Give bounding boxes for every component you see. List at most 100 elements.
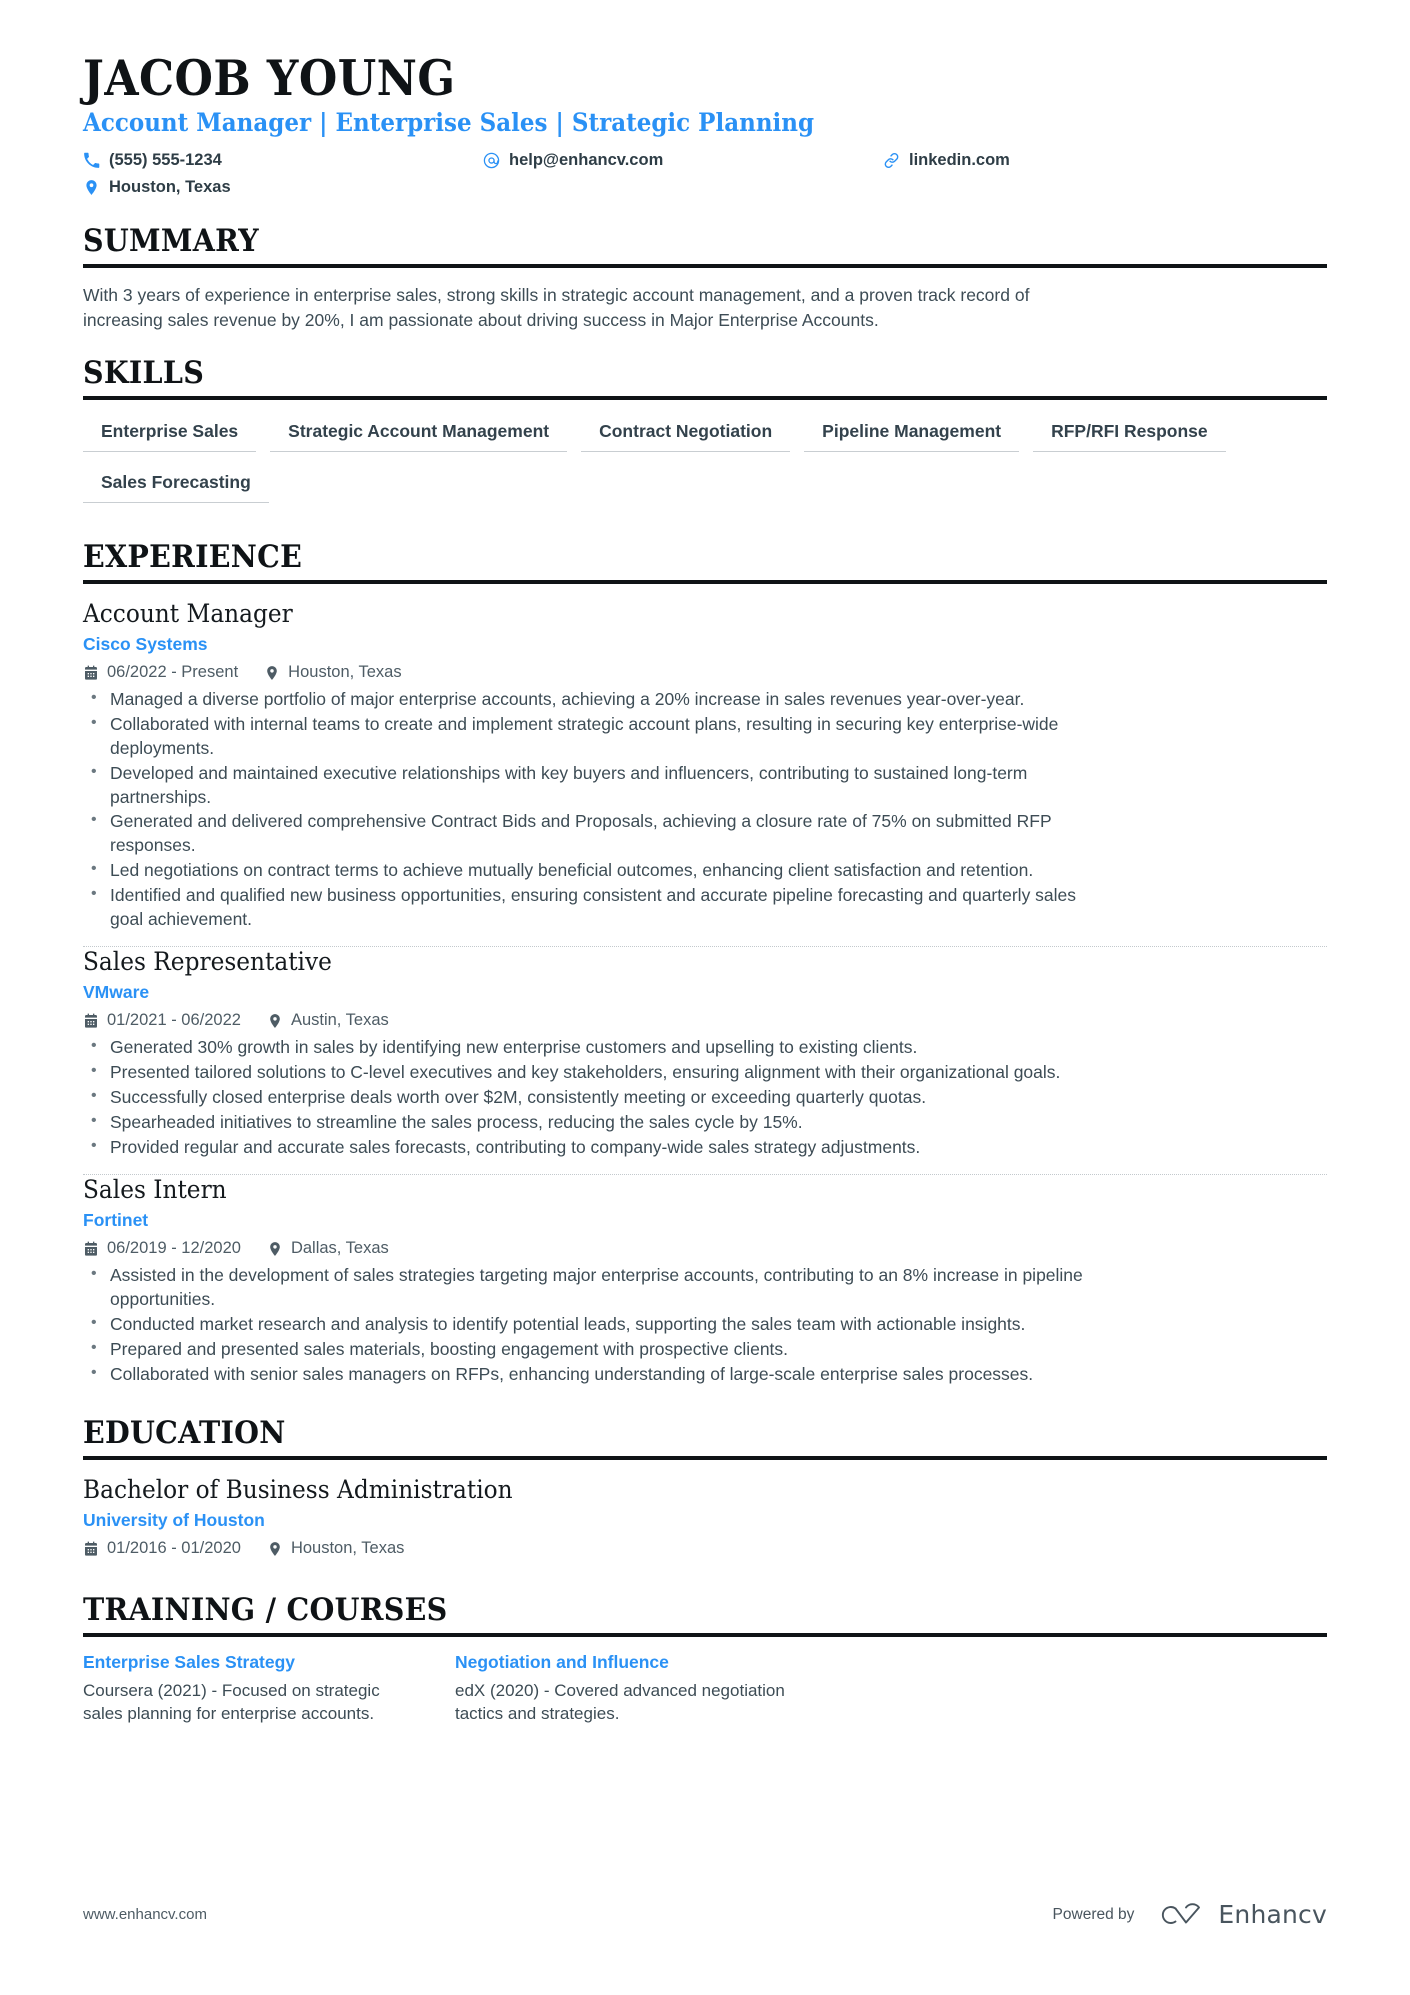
section-divider [83, 263, 1327, 268]
bullet-item: Provided regular and accurate sales fore… [83, 1135, 1110, 1160]
section-title-training: TRAINING / COURSES [83, 1592, 448, 1629]
job-title: Sales Representative [83, 947, 332, 977]
powered-by-label: Powered by [1052, 1905, 1135, 1923]
company-name: Fortinet [83, 1210, 149, 1231]
section-education: EDUCATION Bachelor of Business Administr… [83, 1415, 1327, 1570]
experience-entry: Sales Representative VMware 01/2021 - 06… [83, 947, 1327, 1166]
calendar-icon [83, 1013, 99, 1029]
bullet-item: Collaborated with senior sales managers … [83, 1362, 1110, 1387]
course-item: Enterprise Sales Strategy Coursera (2021… [83, 1652, 423, 1726]
job-dates-text: 06/2019 - 12/2020 [107, 1239, 241, 1258]
contact-email[interactable]: help@enhancv.com [483, 147, 883, 174]
calendar-icon [83, 1241, 99, 1257]
job-dates: 01/2021 - 06/2022 [83, 1011, 241, 1030]
contact-linkedin[interactable]: linkedin.com [883, 147, 1083, 174]
resume-header: JACOB YOUNG Account Manager | Enterprise… [83, 52, 1327, 201]
enhancv-logo-icon [1156, 1901, 1208, 1929]
bullet-item: Led negotiations on contract terms to ac… [83, 858, 1110, 883]
section-title-education: EDUCATION [83, 1415, 286, 1452]
skill-tag: Strategic Account Management [270, 415, 568, 453]
bullet-item: Spearheaded initiatives to streamline th… [83, 1110, 1110, 1135]
course-description: Coursera (2021) - Focused on strategic s… [83, 1681, 380, 1724]
job-dates-text: 01/2021 - 06/2022 [107, 1011, 241, 1030]
location-icon [264, 665, 280, 681]
education-entry: Bachelor of Business Administration Univ… [83, 1475, 1327, 1570]
job-location-text: Houston, Texas [288, 663, 402, 682]
section-experience: EXPERIENCE Account Manager Cisco Systems… [83, 539, 1327, 1393]
page-footer: www.enhancv.com Powered by Enhancv [83, 1900, 1327, 1929]
contact-phone[interactable]: (555) 555-1234 [83, 147, 483, 174]
candidate-name: JACOB YOUNG [83, 49, 456, 107]
job-title: Sales Intern [83, 1175, 227, 1205]
job-location: Houston, Texas [264, 663, 402, 682]
bullet-item: Assisted in the development of sales str… [83, 1263, 1110, 1312]
candidate-headline: Account Manager | Enterprise Sales | Str… [83, 107, 815, 137]
contact-phone-text: (555) 555-1234 [109, 150, 222, 169]
enhancv-brand-name: Enhancv [1218, 1900, 1327, 1929]
section-training: TRAINING / COURSES Enterprise Sales Stra… [83, 1592, 1327, 1726]
bullet-item: Identified and qualified new business op… [83, 883, 1110, 932]
experience-entry: Account Manager Cisco Systems 06/2022 - … [83, 599, 1327, 938]
job-meta: 01/2021 - 06/2022 Austin, Texas [83, 1011, 1327, 1030]
job-meta: 06/2022 - Present Houston, Texas [83, 663, 1327, 682]
section-title-experience: EXPERIENCE [83, 539, 303, 576]
skill-tag: RFP/RFI Response [1033, 415, 1226, 453]
location-icon [267, 1541, 283, 1557]
education-dates: 01/2016 - 01/2020 [83, 1539, 241, 1558]
location-icon [267, 1241, 283, 1257]
job-location: Dallas, Texas [267, 1239, 389, 1258]
footer-url[interactable]: www.enhancv.com [83, 1906, 207, 1923]
summary-text: With 3 years of experience in enterprise… [83, 284, 1030, 331]
course-description: edX (2020) - Covered advanced negotiatio… [455, 1681, 785, 1724]
course-item: Negotiation and Influence edX (2020) - C… [455, 1652, 795, 1726]
skills-list: Enterprise Sales Strategic Account Manag… [83, 415, 1327, 517]
section-divider [83, 1633, 1327, 1638]
phone-icon [83, 152, 100, 169]
bullet-item: Prepared and presented sales materials, … [83, 1337, 1110, 1362]
bullet-item: Generated 30% growth in sales by identif… [83, 1035, 1110, 1060]
job-location-text: Austin, Texas [290, 1011, 389, 1030]
contact-linkedin-text: linkedin.com [909, 150, 1010, 169]
section-summary: SUMMARY With 3 years of experience in en… [83, 223, 1327, 334]
job-bullets: Assisted in the development of sales str… [83, 1263, 1327, 1387]
section-divider [83, 580, 1327, 585]
section-title-summary: SUMMARY [83, 222, 259, 259]
skill-tag: Pipeline Management [804, 415, 1020, 453]
section-divider [83, 396, 1327, 401]
resume-page: JACOB YOUNG Account Manager | Enterprise… [0, 0, 1410, 1995]
degree-title: Bachelor of Business Administration [83, 1475, 513, 1505]
company-name: VMware [83, 982, 150, 1003]
bullet-item: Generated and delivered comprehensive Co… [83, 809, 1110, 858]
email-icon [483, 152, 500, 169]
course-name: Negotiation and Influence [455, 1652, 669, 1673]
contact-location: Houston, Texas [83, 174, 483, 201]
job-meta: 06/2019 - 12/2020 Dallas, Texas [83, 1239, 1327, 1258]
skill-tag: Sales Forecasting [83, 466, 269, 504]
section-divider [83, 1456, 1327, 1461]
education-location-text: Houston, Texas [290, 1539, 405, 1558]
education-location: Houston, Texas [267, 1539, 404, 1558]
contact-email-text: help@enhancv.com [509, 150, 664, 169]
location-icon [83, 179, 100, 196]
location-icon [267, 1013, 283, 1029]
job-dates: 06/2022 - Present [83, 663, 238, 682]
job-bullets: Managed a diverse portfolio of major ent… [83, 687, 1327, 932]
bullet-item: Managed a diverse portfolio of major ent… [83, 687, 1110, 712]
courses-list: Enterprise Sales Strategy Coursera (2021… [83, 1652, 1327, 1726]
calendar-icon [83, 665, 99, 681]
bullet-item: Presented tailored solutions to C-level … [83, 1060, 1110, 1085]
bullet-item: Successfully closed enterprise deals wor… [83, 1085, 1110, 1110]
bullet-item: Collaborated with internal teams to crea… [83, 712, 1110, 761]
job-location-text: Dallas, Texas [290, 1239, 389, 1258]
calendar-icon [83, 1541, 99, 1557]
job-bullets: Generated 30% growth in sales by identif… [83, 1035, 1327, 1160]
job-dates-text: 06/2022 - Present [107, 663, 239, 682]
skill-tag: Contract Negotiation [581, 415, 791, 453]
job-dates: 06/2019 - 12/2020 [83, 1239, 241, 1258]
contact-location-text: Houston, Texas [109, 177, 231, 196]
job-title: Account Manager [83, 599, 293, 629]
education-dates-text: 01/2016 - 01/2020 [107, 1539, 241, 1558]
link-icon [883, 152, 900, 169]
bullet-item: Conducted market research and analysis t… [83, 1312, 1110, 1337]
footer-brand: Powered by Enhancv [1053, 1900, 1327, 1929]
